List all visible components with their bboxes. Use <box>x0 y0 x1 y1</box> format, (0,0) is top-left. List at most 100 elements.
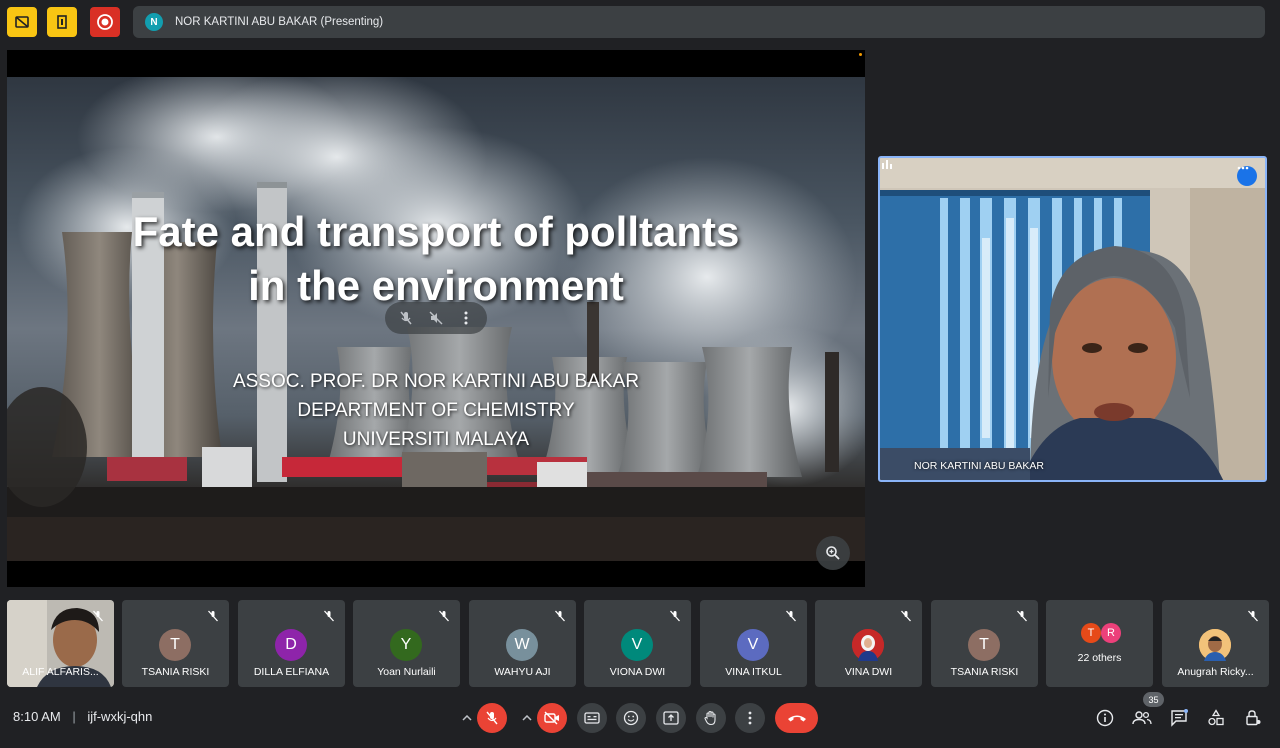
captions-button[interactable] <box>577 703 607 733</box>
activity-dot <box>859 53 862 56</box>
camera-toggle-button[interactable] <box>537 703 567 733</box>
participant-count-badge: 35 <box>1143 692 1164 707</box>
reactions-button[interactable] <box>616 703 646 733</box>
participant-name: TSANIA RISKI <box>950 666 1019 678</box>
audio-level-icon <box>882 160 892 169</box>
participant-tile[interactable]: Anugrah Ricky... <box>1162 600 1269 687</box>
mic-off-icon <box>901 610 911 622</box>
record-icon <box>97 14 113 30</box>
layout-button[interactable] <box>47 7 77 37</box>
slide-author: ASSOC. PROF. DR NOR KARTINI ABU BAKAR <box>232 371 640 392</box>
host-controls-button[interactable] <box>1241 706 1265 730</box>
participant-tile[interactable]: ALIF ALFARIS... <box>7 600 114 687</box>
presentation-view: Fate and transport of polltants in the e… <box>7 50 865 587</box>
participant-tile[interactable]: VINA DWI <box>815 600 922 687</box>
participant-tile[interactable]: T TSANIA RISKI <box>931 600 1038 687</box>
hand-icon <box>704 710 716 726</box>
participant-name: ALIF ALFARIS... <box>22 666 99 678</box>
tile-options-button[interactable] <box>1237 166 1257 186</box>
participant-name: Yoan Nurlaili <box>377 666 436 678</box>
mic-toggle-button[interactable] <box>477 703 507 733</box>
slide: Fate and transport of polltants in the e… <box>7 77 865 561</box>
more-vert-icon[interactable] <box>458 310 474 326</box>
presenting-label: NOR KARTINI ABU BAKAR (Presenting) <box>175 16 384 28</box>
avatar: V <box>737 629 769 661</box>
meeting-details-button[interactable] <box>1093 706 1117 730</box>
participant-tile[interactable]: V VIONA DWI <box>584 600 691 687</box>
people-button[interactable] <box>1130 706 1154 730</box>
call-end-icon <box>787 715 806 722</box>
chat-button[interactable] <box>1167 706 1191 730</box>
avatar: R <box>1101 623 1121 643</box>
others-count-label: 22 others <box>1077 652 1122 664</box>
mic-off-icon <box>324 610 334 622</box>
slide-title-line1: Fate and transport of polltants <box>132 208 740 255</box>
participant-name: VINA ITKUL <box>725 666 782 678</box>
participant-name: VIONA DWI <box>609 666 666 678</box>
mic-off-icon <box>486 711 498 725</box>
present-button[interactable] <box>656 703 686 733</box>
participant-name: DILLA ELFIANA <box>253 666 330 678</box>
presenter-video-tile[interactable]: NOR KARTINI ABU BAKAR <box>878 156 1267 482</box>
mic-off-icon <box>555 610 565 622</box>
participant-tile[interactable]: W WAHYU AJI <box>469 600 576 687</box>
mic-off-icon[interactable] <box>398 310 414 326</box>
present-to-all-icon <box>663 711 679 725</box>
participant-name: WAHYU AJI <box>494 666 551 678</box>
avatar: T <box>1081 623 1101 643</box>
leave-call-button[interactable] <box>775 703 818 733</box>
presenter-mini-avatar: N <box>145 13 163 31</box>
others-tile[interactable]: T R 22 others <box>1046 600 1153 687</box>
recording-button[interactable] <box>90 7 120 37</box>
volume-off-icon[interactable] <box>428 310 444 326</box>
slides-off-icon <box>15 16 29 28</box>
profile-photo <box>1199 629 1231 661</box>
shapes-icon <box>1208 709 1224 726</box>
participant-tile[interactable]: T TSANIA RISKI <box>122 600 229 687</box>
chevron-up-icon <box>462 715 472 721</box>
emoji-icon <box>623 710 639 726</box>
lock-person-icon <box>1246 710 1261 726</box>
mic-off-icon <box>439 610 449 622</box>
avatar: T <box>159 629 191 661</box>
slide-title: Fate and transport of polltants in the e… <box>7 205 865 313</box>
audio-settings-caret[interactable] <box>457 708 477 728</box>
slide-department: DEPARTMENT OF CHEMISTRY <box>297 400 575 421</box>
separator: | <box>72 709 76 724</box>
video-settings-caret[interactable] <box>517 708 537 728</box>
avatar: Y <box>390 629 422 661</box>
mic-off-icon <box>1248 610 1258 622</box>
door-icon <box>57 15 67 29</box>
participant-tile[interactable]: Y Yoan Nurlaili <box>353 600 460 687</box>
presenter-video <box>880 158 1265 480</box>
avatar: W <box>506 629 538 661</box>
meeting-info: 8:10 AM | ijf-wxkj-qhn <box>13 709 152 724</box>
raise-hand-button[interactable] <box>696 703 726 733</box>
avatar: V <box>621 629 653 661</box>
profile-photo <box>852 629 884 661</box>
mic-off-icon <box>786 610 796 622</box>
more-options-button[interactable] <box>735 703 765 733</box>
chat-icon <box>1171 709 1188 727</box>
clock: 8:10 AM <box>13 709 61 724</box>
slide-subtitle: ASSOC. PROF. DR NOR KARTINI ABU BAKAR DE… <box>7 367 865 454</box>
hide-captions-button[interactable] <box>7 7 37 37</box>
slide-university: UNIVERSITI MALAYA <box>342 429 530 450</box>
activities-button[interactable] <box>1204 706 1228 730</box>
presenting-banner: N NOR KARTINI ABU BAKAR (Presenting) <box>133 6 1265 38</box>
participant-tile[interactable]: D DILLA ELFIANA <box>238 600 345 687</box>
chevron-up-icon <box>522 715 532 721</box>
avatar: T <box>968 629 1000 661</box>
mic-off-icon <box>93 610 103 622</box>
participant-name: VINA DWI <box>844 666 893 678</box>
avatar: D <box>275 629 307 661</box>
tile-hover-controls <box>385 302 487 334</box>
meeting-code: ijf-wxkj-qhn <box>87 709 153 724</box>
zoom-button[interactable] <box>816 536 850 570</box>
participant-tile[interactable]: V VINA ITKUL <box>700 600 807 687</box>
info-icon <box>1096 709 1114 727</box>
more-horiz-icon <box>1237 166 1249 170</box>
closed-caption-icon <box>584 712 600 724</box>
participant-name: Anugrah Ricky... <box>1177 666 1254 678</box>
person-photo-icon <box>1199 629 1231 661</box>
